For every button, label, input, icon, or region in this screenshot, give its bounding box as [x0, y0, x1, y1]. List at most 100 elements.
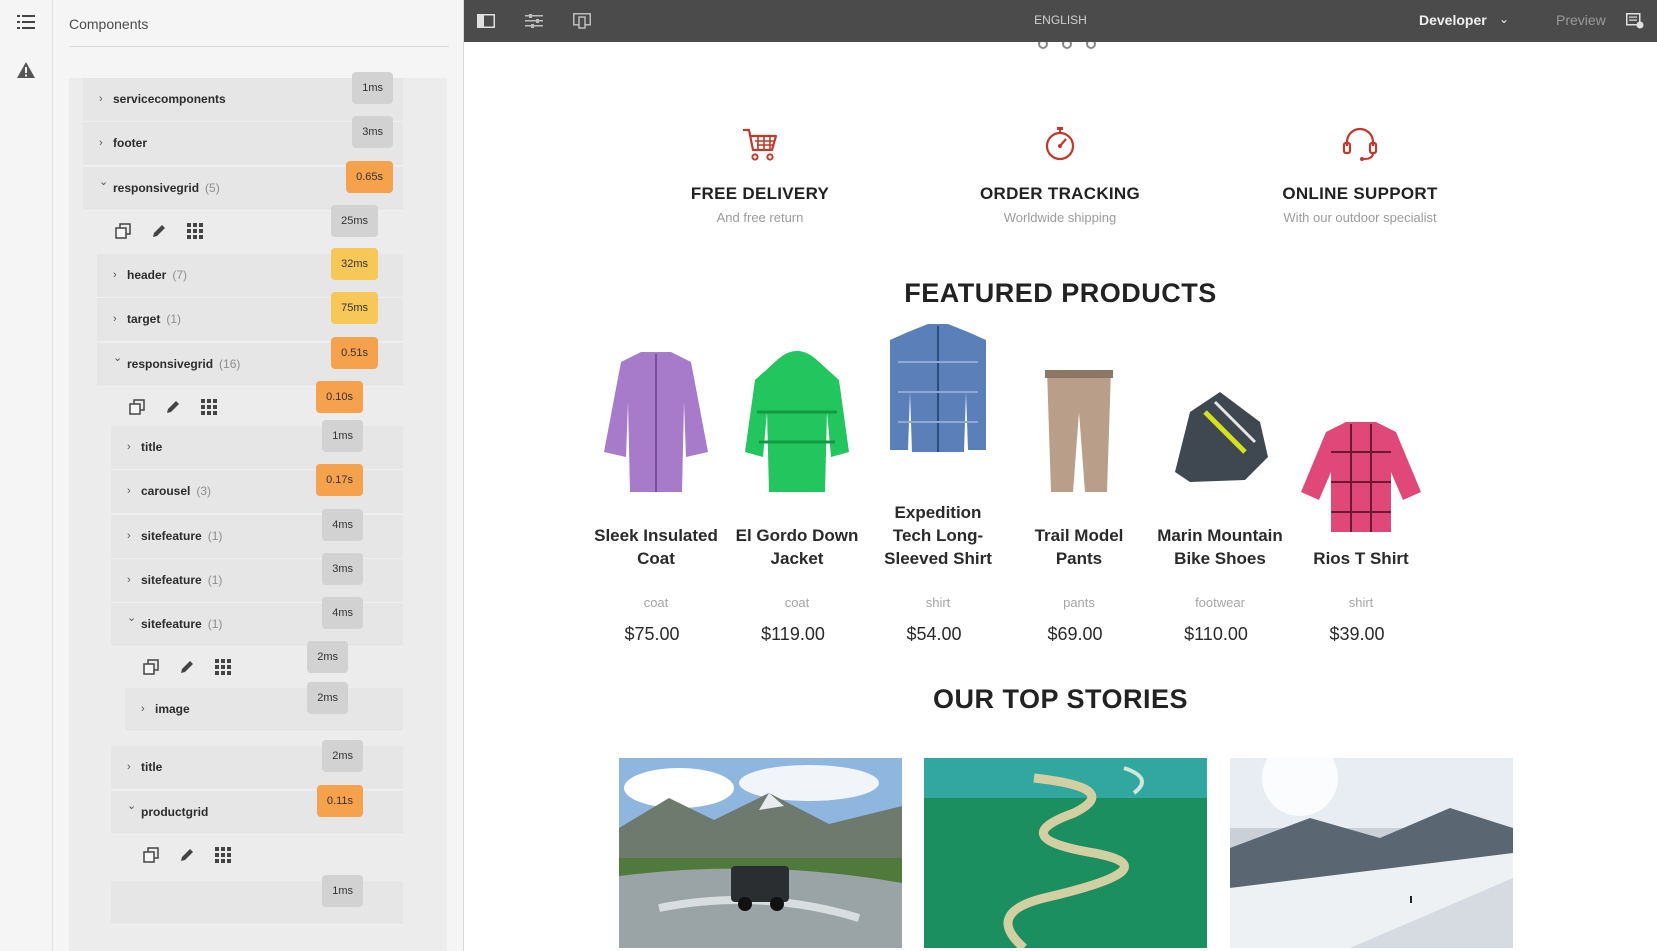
component-name: sitefeature (1) [141, 573, 222, 587]
product-price: $39.00 [1329, 624, 1385, 644]
product-image[interactable] [586, 352, 726, 512]
chevron-right-icon[interactable]: › [99, 92, 111, 106]
chevron-right-icon[interactable]: › [127, 760, 139, 774]
chevron-down-icon[interactable]: ⌄ [113, 351, 125, 365]
chevron-right-icon[interactable]: › [99, 136, 111, 150]
render-time-badge: 1ms [322, 420, 363, 452]
render-time-badge: 2ms [307, 682, 348, 714]
annotations-icon[interactable] [1625, 11, 1645, 31]
product-name[interactable]: Trail Model [1009, 524, 1149, 548]
list-outline-icon[interactable] [15, 11, 37, 33]
component-tree: › servicecomponents 1ms › footer 3ms ⌄ responsi… [69, 72, 447, 951]
chevron-right-icon[interactable]: › [113, 268, 125, 282]
product-name[interactable]: Expedition [868, 501, 1008, 525]
product-card[interactable]: El Gordo Down Jacket coat $119.00 [727, 351, 867, 644]
chevron-right-icon[interactable]: › [127, 484, 139, 498]
product-name[interactable]: Sleek Insulated [586, 524, 726, 548]
child-count: (1) [207, 529, 223, 543]
shopping-cart-icon [610, 124, 910, 168]
feature-subtitle: And free return [716, 210, 804, 225]
product-card[interactable]: Expedition Tech Long- Sleeved Shirt shirt $5… [868, 324, 1008, 644]
alert-triangle-icon[interactable] [15, 59, 37, 81]
tree-row[interactable]: › image [125, 688, 403, 732]
chevron-down-icon[interactable]: ⌄ [1499, 12, 1509, 26]
feature-title: ONLINE SUPPORT [1282, 184, 1438, 203]
grid-layout-icon[interactable] [185, 221, 205, 241]
edit-pencil-icon[interactable] [163, 397, 183, 417]
copy-icon[interactable] [127, 397, 147, 417]
edit-pencil-icon[interactable] [177, 845, 197, 865]
product-name[interactable]: Marin Mountain [1150, 524, 1290, 548]
edit-pencil-icon[interactable] [177, 657, 197, 677]
copy-icon[interactable] [141, 845, 161, 865]
product-card[interactable]: Trail Model Pants pants $69.00 [1009, 352, 1149, 644]
child-count: (1) [207, 617, 223, 631]
chevron-right-icon[interactable]: › [113, 312, 125, 326]
product-image[interactable] [727, 351, 867, 512]
render-time-badge: 4ms [322, 597, 363, 629]
product-category: coat [784, 595, 810, 610]
component-label: footer [113, 136, 147, 150]
stopwatch-icon [910, 124, 1210, 168]
copy-icon[interactable] [141, 657, 161, 677]
feature-title: ORDER TRACKING [979, 184, 1141, 203]
carousel-indicators[interactable] [1038, 42, 1110, 54]
grid-layout-icon[interactable] [213, 845, 233, 865]
child-count: (5) [205, 181, 220, 195]
product-card[interactable]: Rios T Shirt shirt $39.00 [1291, 352, 1431, 644]
feature-free-delivery: FREE DELIVERY And free return [610, 124, 910, 225]
render-time-badge: 2ms [322, 740, 363, 772]
component-label: target [127, 312, 161, 326]
story-card-image[interactable] [924, 758, 1207, 948]
render-time-badge: 0.65s [346, 161, 393, 193]
chevron-right-icon[interactable]: › [141, 702, 153, 716]
product-name[interactable]: Coat [586, 547, 726, 571]
component-label: servicecomponents [113, 92, 226, 106]
component-toolbar [125, 835, 403, 879]
chevron-down-icon[interactable]: ⌄ [127, 611, 139, 625]
component-label: productgrid [141, 805, 209, 819]
chevron-right-icon[interactable]: › [127, 440, 139, 454]
product-name[interactable]: Pants [1009, 547, 1149, 571]
component-label: image [155, 702, 190, 716]
render-time-badge: 0.10s [316, 381, 363, 413]
product-name[interactable]: Jacket [727, 547, 867, 571]
editor-toolbar: ENGLISH Developer ⌄ Preview [464, 0, 1657, 42]
product-card[interactable]: Marin Mountain Bike Shoes footwear $110.00 [1150, 352, 1290, 644]
component-label: sitefeature [141, 573, 202, 587]
mode-selector[interactable]: Developer [1419, 12, 1487, 28]
copy-icon[interactable] [113, 221, 133, 241]
edit-pencil-icon[interactable] [149, 221, 169, 241]
panel-title: Components [69, 16, 149, 32]
component-name: responsivegrid (16) [127, 357, 240, 371]
product-image[interactable] [1009, 352, 1149, 512]
component-label: sitefeature [141, 529, 202, 543]
product-name[interactable]: Bike Shoes [1150, 547, 1290, 571]
component-name: responsivegrid (5) [113, 181, 220, 195]
headset-icon [1210, 124, 1510, 168]
feature-subtitle: With our outdoor specialist [1283, 210, 1437, 225]
preview-button[interactable]: Preview [1556, 12, 1606, 28]
product-image[interactable] [1150, 352, 1290, 512]
chevron-down-icon[interactable]: ⌄ [99, 175, 111, 189]
product-image[interactable] [1291, 352, 1431, 532]
grid-layout-icon[interactable] [199, 397, 219, 417]
story-card-image[interactable] [619, 758, 902, 948]
feature-subtitle: Worldwide shipping [1003, 210, 1117, 225]
grid-layout-icon[interactable] [213, 657, 233, 677]
product-name[interactable]: El Gordo Down [727, 524, 867, 548]
product-name[interactable]: Rios T Shirt [1291, 547, 1431, 571]
story-card-image[interactable] [1230, 758, 1513, 948]
product-image[interactable] [868, 324, 1008, 512]
product-name[interactable]: Tech Long- [868, 524, 1008, 548]
chevron-right-icon[interactable]: › [127, 529, 139, 543]
product-card[interactable]: Sleek Insulated Coat coat $75.00 [586, 352, 726, 644]
chevron-down-icon[interactable]: ⌄ [127, 799, 139, 813]
component-label: sitefeature [141, 617, 202, 631]
render-time-badge: 0.51s [331, 337, 378, 369]
chevron-right-icon[interactable]: › [127, 573, 139, 587]
render-time-badge: 0.11s [316, 785, 363, 817]
render-time-badge: 3ms [322, 553, 363, 585]
product-name[interactable]: Sleeved Shirt [868, 547, 1008, 571]
component-name: carousel (3) [141, 484, 211, 498]
